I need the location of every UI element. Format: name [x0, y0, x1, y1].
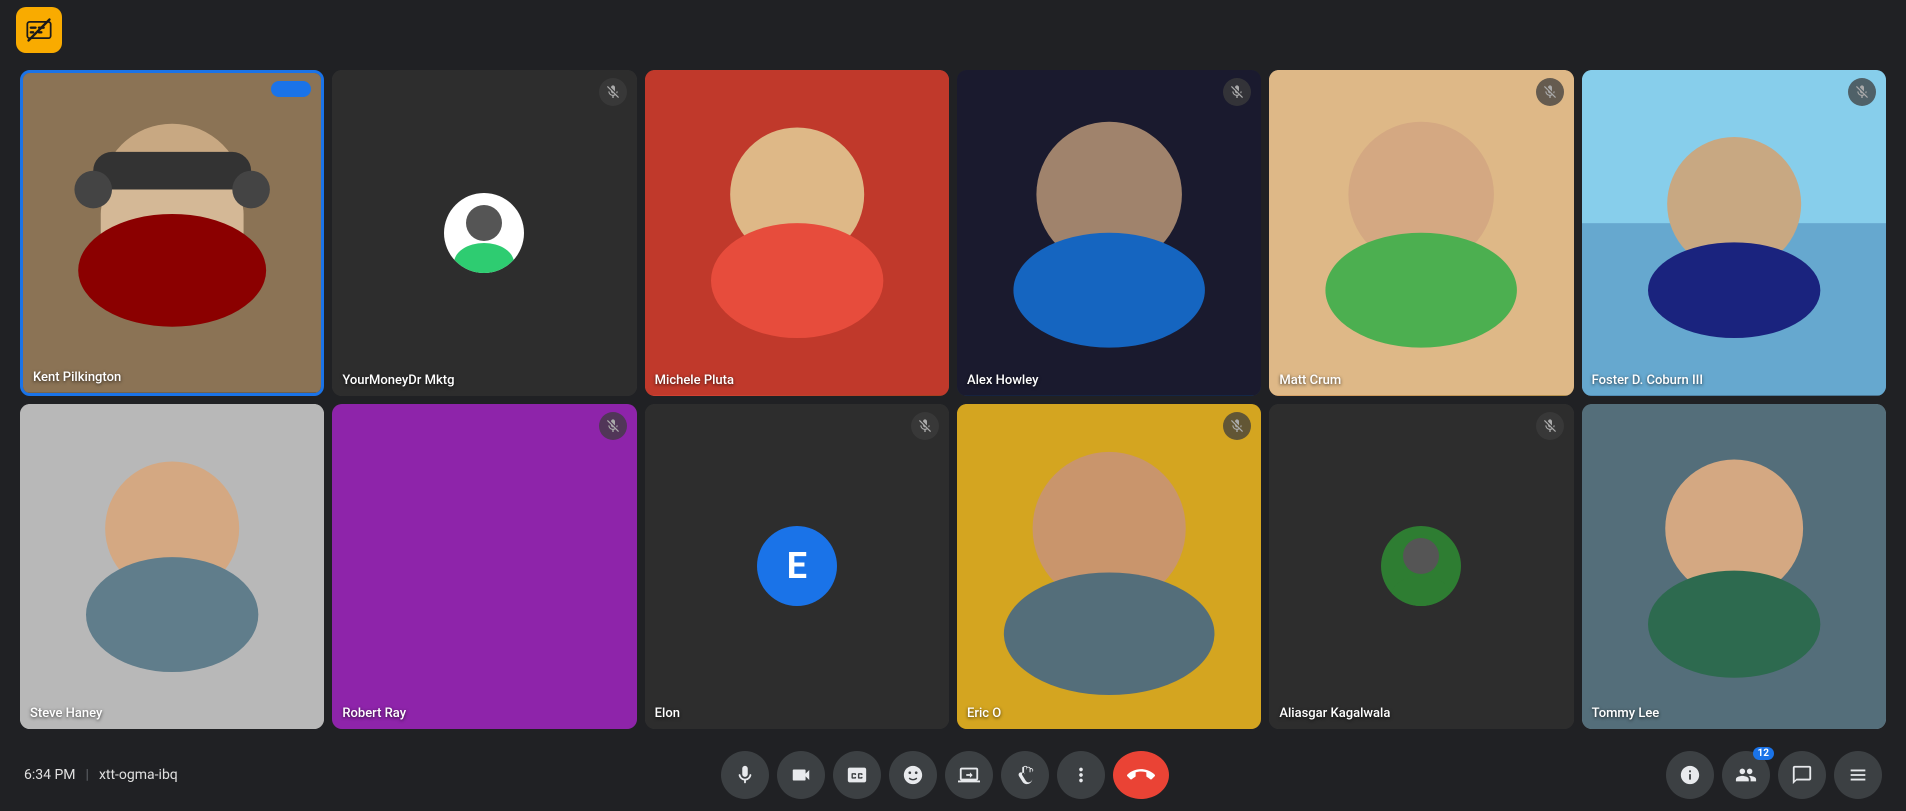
- meeting-divider: |: [86, 767, 89, 783]
- mic-off-icon-foster: [1848, 78, 1876, 106]
- participants-badge: 12: [1753, 747, 1774, 760]
- mic-off-icon-aliasgar: [1536, 412, 1564, 440]
- camera-button[interactable]: [777, 751, 825, 799]
- top-bar: [0, 0, 1906, 60]
- participant-tile-eric[interactable]: Eric O: [957, 404, 1261, 730]
- participant-name-foster: Foster D. Coburn III: [1592, 373, 1703, 388]
- activities-button[interactable]: [1834, 751, 1882, 799]
- participant-name-alex: Alex Howley: [967, 373, 1038, 388]
- toolbar-right: 12: [1666, 751, 1882, 799]
- meeting-id: xtt-ogma-ibq: [99, 767, 178, 783]
- end-call-button[interactable]: [1113, 751, 1169, 799]
- participant-name-tommy: Tommy Lee: [1592, 706, 1660, 721]
- captions-button[interactable]: [833, 751, 881, 799]
- participant-tile-michele[interactable]: Michele Pluta: [645, 70, 949, 396]
- participant-name-yourmoneydr: YourMoneyDr Mktg: [342, 373, 454, 388]
- participant-tile-alex[interactable]: Alex Howley: [957, 70, 1261, 396]
- participants-grid: Kent Pilkington YourMoneyDr Mktg Michele…: [20, 70, 1886, 729]
- participants-button-wrapper: 12: [1722, 751, 1770, 799]
- participant-name-matt: Matt Crum: [1279, 373, 1341, 388]
- participant-tile-robert[interactable]: Robert Ray: [332, 404, 636, 730]
- speaking-indicator-kent: [271, 81, 311, 97]
- meeting-info: 6:34 PM | xtt-ogma-ibq: [24, 767, 224, 783]
- toolbar-center: [224, 751, 1666, 799]
- bottom-bar: 6:34 PM | xtt-ogma-ibq: [0, 739, 1906, 811]
- participant-name-eric: Eric O: [967, 706, 1001, 721]
- participant-name-michele: Michele Pluta: [655, 373, 734, 388]
- emoji-button[interactable]: [889, 751, 937, 799]
- mic-off-icon-eric: [1223, 412, 1251, 440]
- participant-tile-foster[interactable]: Foster D. Coburn III: [1582, 70, 1886, 396]
- participant-name-aliasgar: Aliasgar Kagalwala: [1279, 706, 1390, 721]
- participant-tile-tommy[interactable]: Tommy Lee: [1582, 404, 1886, 730]
- participant-name-robert: Robert Ray: [342, 706, 406, 721]
- participant-tile-kent[interactable]: Kent Pilkington: [20, 70, 324, 396]
- more-options-button[interactable]: [1057, 751, 1105, 799]
- main-content: Kent Pilkington YourMoneyDr Mktg Michele…: [0, 60, 1906, 739]
- chat-button[interactable]: [1778, 751, 1826, 799]
- participant-tile-steve[interactable]: Steve Haney: [20, 404, 324, 730]
- raise-hand-button[interactable]: [1001, 751, 1049, 799]
- app-logo: [16, 7, 62, 53]
- mic-button[interactable]: [721, 751, 769, 799]
- present-button[interactable]: [945, 751, 993, 799]
- participant-tile-matt[interactable]: Matt Crum: [1269, 70, 1573, 396]
- participant-name-elon: Elon: [655, 706, 680, 721]
- info-button[interactable]: [1666, 751, 1714, 799]
- mic-off-icon-elon: [911, 412, 939, 440]
- participant-tile-aliasgar[interactable]: Aliasgar Kagalwala: [1269, 404, 1573, 730]
- participant-tile-yourmoneydr[interactable]: YourMoneyDr Mktg: [332, 70, 636, 396]
- mic-off-icon-matt: [1536, 78, 1564, 106]
- mic-off-icon-robert: [599, 412, 627, 440]
- mic-off-icon-yourmoneydr: [599, 78, 627, 106]
- meeting-time: 6:34 PM: [24, 767, 76, 783]
- participant-name-kent: Kent Pilkington: [33, 370, 121, 385]
- participant-name-steve: Steve Haney: [30, 706, 102, 721]
- participant-tile-elon[interactable]: EElon: [645, 404, 949, 730]
